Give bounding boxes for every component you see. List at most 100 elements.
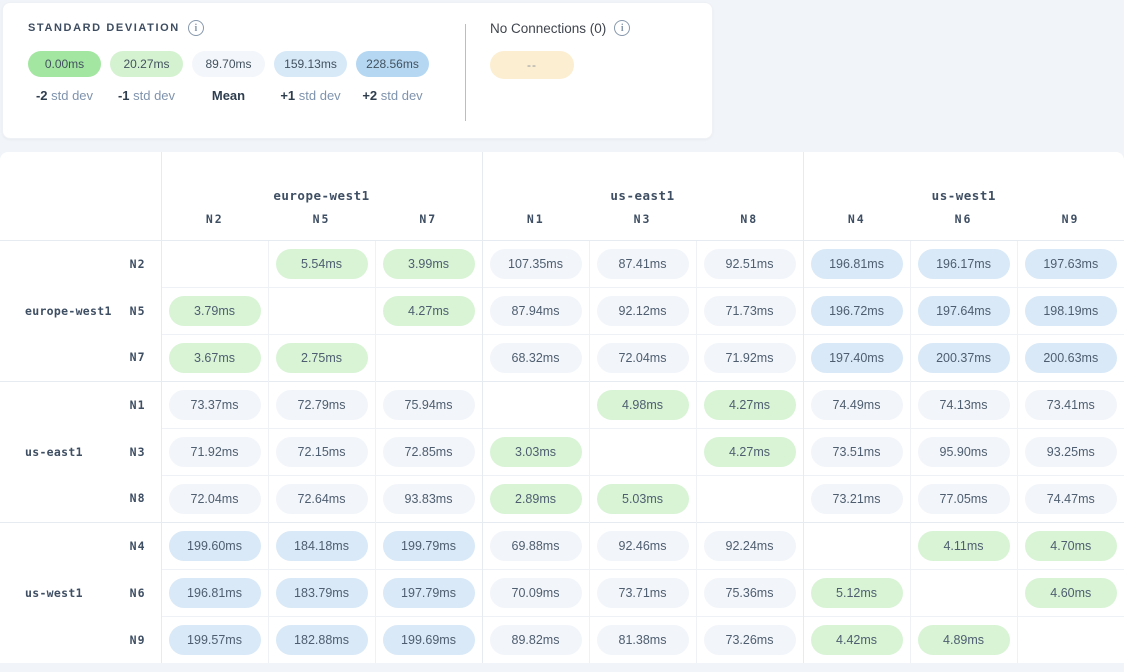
latency-pill[interactable]: 74.47ms xyxy=(1025,484,1117,514)
latency-pill[interactable]: 72.79ms xyxy=(276,390,368,420)
latency-pill[interactable]: 95.90ms xyxy=(918,437,1010,467)
legend-label: -2 std dev xyxy=(36,88,93,103)
latency-pill[interactable]: 3.79ms xyxy=(169,296,261,326)
latency-pill[interactable]: 73.37ms xyxy=(169,390,261,420)
latency-pill[interactable]: 92.51ms xyxy=(704,249,796,279)
latency-pill[interactable]: 199.57ms xyxy=(169,625,261,655)
latency-cell xyxy=(696,475,803,522)
row-node-header: N7 xyxy=(108,334,161,381)
latency-pill[interactable]: 4.27ms xyxy=(383,296,475,326)
matrix-row: N371.92ms72.15ms72.85ms3.03ms4.27ms73.51… xyxy=(0,428,1124,475)
latency-pill[interactable]: 77.05ms xyxy=(918,484,1010,514)
latency-pill[interactable]: 74.49ms xyxy=(811,390,903,420)
latency-pill[interactable]: 69.88ms xyxy=(490,531,582,561)
latency-pill[interactable]: 72.04ms xyxy=(169,484,261,514)
latency-cell: 2.89ms xyxy=(482,475,589,522)
latency-pill[interactable]: 197.40ms xyxy=(811,343,903,373)
latency-cell: 77.05ms xyxy=(910,475,1017,522)
latency-pill[interactable]: 75.94ms xyxy=(383,390,475,420)
latency-pill[interactable]: 196.81ms xyxy=(169,578,261,608)
latency-pill[interactable]: 3.99ms xyxy=(383,249,475,279)
latency-pill[interactable]: 4.60ms xyxy=(1025,578,1117,608)
latency-pill[interactable]: 73.51ms xyxy=(811,437,903,467)
latency-cell: 5.03ms xyxy=(589,475,696,522)
latency-pill[interactable]: 89.82ms xyxy=(490,625,582,655)
legend-label: +2 std dev xyxy=(362,88,422,103)
latency-pill[interactable]: 196.81ms xyxy=(811,249,903,279)
latency-cell: 3.99ms xyxy=(375,240,482,287)
latency-cell: 197.79ms xyxy=(375,569,482,616)
latency-pill[interactable]: 197.79ms xyxy=(383,578,475,608)
latency-pill[interactable]: 81.38ms xyxy=(597,625,689,655)
latency-cell: 199.60ms xyxy=(161,522,268,569)
legend-pill-minus2: 0.00ms xyxy=(28,51,101,77)
latency-pill[interactable]: 70.09ms xyxy=(490,578,582,608)
latency-pill[interactable]: 5.03ms xyxy=(597,484,689,514)
latency-pill[interactable]: 74.13ms xyxy=(918,390,1010,420)
column-region-header: us-west1 xyxy=(803,152,1124,210)
latency-pill[interactable]: 92.46ms xyxy=(597,531,689,561)
latency-cell: 182.88ms xyxy=(268,616,375,663)
latency-pill[interactable]: 72.64ms xyxy=(276,484,368,514)
latency-pill[interactable]: 72.04ms xyxy=(597,343,689,373)
latency-pill[interactable]: 5.54ms xyxy=(276,249,368,279)
latency-pill[interactable]: 87.94ms xyxy=(490,296,582,326)
latency-matrix-panel: europe-west1us-east1us-west1N2N5N7N1N3N8… xyxy=(0,152,1124,663)
latency-pill[interactable]: 197.64ms xyxy=(918,296,1010,326)
latency-pill[interactable]: 75.36ms xyxy=(704,578,796,608)
latency-pill[interactable]: 107.35ms xyxy=(490,249,582,279)
column-node-header: N5 xyxy=(268,210,375,240)
latency-pill[interactable]: 71.73ms xyxy=(704,296,796,326)
latency-pill[interactable]: 4.27ms xyxy=(704,437,796,467)
latency-pill[interactable]: 184.18ms xyxy=(276,531,368,561)
latency-pill[interactable]: 199.79ms xyxy=(383,531,475,561)
latency-pill[interactable]: 93.25ms xyxy=(1025,437,1117,467)
latency-pill[interactable]: 3.67ms xyxy=(169,343,261,373)
latency-pill[interactable]: 4.70ms xyxy=(1025,531,1117,561)
latency-cell: 200.37ms xyxy=(910,334,1017,381)
matrix-row: N6196.81ms183.79ms197.79ms70.09ms73.71ms… xyxy=(0,569,1124,616)
latency-pill[interactable]: 73.41ms xyxy=(1025,390,1117,420)
latency-pill[interactable]: 73.26ms xyxy=(704,625,796,655)
latency-cell xyxy=(803,522,910,569)
latency-pill[interactable]: 4.27ms xyxy=(704,390,796,420)
latency-pill[interactable]: 4.42ms xyxy=(811,625,903,655)
latency-pill[interactable]: 87.41ms xyxy=(597,249,689,279)
latency-pill[interactable]: 2.89ms xyxy=(490,484,582,514)
latency-pill[interactable]: 3.03ms xyxy=(490,437,582,467)
latency-cell: 73.41ms xyxy=(1017,381,1124,428)
latency-pill[interactable]: 4.98ms xyxy=(597,390,689,420)
latency-cell: 5.54ms xyxy=(268,240,375,287)
latency-pill[interactable]: 5.12ms xyxy=(811,578,903,608)
matrix-row: N8 72.04ms 72.64ms 93.83ms 2.89ms 5.03ms 73.21… xyxy=(0,475,1124,522)
latency-pill[interactable]: 71.92ms xyxy=(704,343,796,373)
latency-pill[interactable]: 200.63ms xyxy=(1025,343,1117,373)
no-connections-title: No Connections (0) xyxy=(490,21,606,36)
latency-pill[interactable]: 73.71ms xyxy=(597,578,689,608)
info-icon[interactable] xyxy=(188,20,204,36)
latency-pill[interactable]: 92.12ms xyxy=(597,296,689,326)
latency-pill[interactable]: 198.19ms xyxy=(1025,296,1117,326)
latency-pill[interactable]: 197.63ms xyxy=(1025,249,1117,279)
latency-pill[interactable]: 200.37ms xyxy=(918,343,1010,373)
latency-pill[interactable]: 196.17ms xyxy=(918,249,1010,279)
latency-pill[interactable]: 196.72ms xyxy=(811,296,903,326)
latency-pill[interactable]: 72.85ms xyxy=(383,437,475,467)
latency-pill[interactable]: 92.24ms xyxy=(704,531,796,561)
std-dev-section: STANDARD DEVIATION 0.00ms -2 std dev 20.… xyxy=(3,3,465,138)
info-icon[interactable] xyxy=(614,20,630,36)
latency-pill[interactable]: 199.69ms xyxy=(383,625,475,655)
latency-pill[interactable]: 183.79ms xyxy=(276,578,368,608)
latency-pill[interactable]: 2.75ms xyxy=(276,343,368,373)
latency-pill[interactable]: 4.89ms xyxy=(918,625,1010,655)
latency-pill[interactable]: 68.32ms xyxy=(490,343,582,373)
latency-pill[interactable]: 93.83ms xyxy=(383,484,475,514)
latency-pill[interactable]: 199.60ms xyxy=(169,531,261,561)
latency-cell: 197.40ms xyxy=(803,334,910,381)
latency-pill[interactable]: 71.92ms xyxy=(169,437,261,467)
latency-pill[interactable]: 4.11ms xyxy=(918,531,1010,561)
row-node-header: N8 xyxy=(108,475,161,522)
latency-pill[interactable]: 73.21ms xyxy=(811,484,903,514)
latency-pill[interactable]: 72.15ms xyxy=(276,437,368,467)
latency-pill[interactable]: 182.88ms xyxy=(276,625,368,655)
